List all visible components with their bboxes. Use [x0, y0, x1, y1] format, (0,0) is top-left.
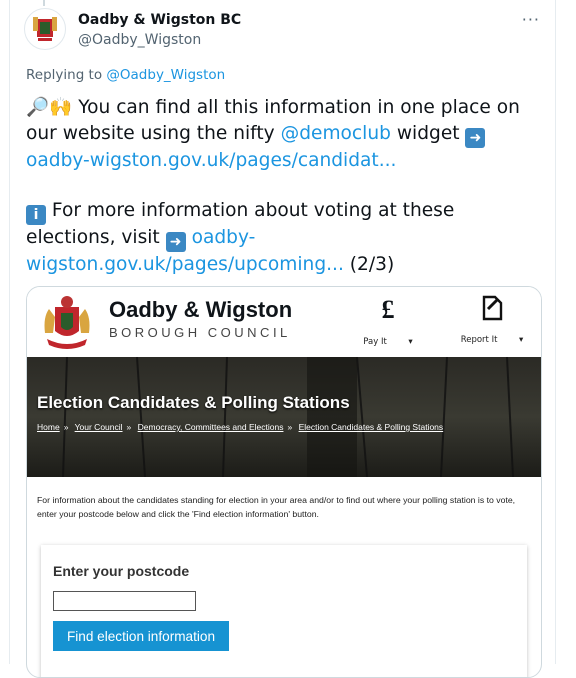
council-crest-icon	[33, 17, 57, 41]
mention-democlub[interactable]: @democlub	[281, 123, 391, 144]
find-election-info-button[interactable]: Find election information	[53, 621, 229, 651]
right-arrow-icon: ➜	[165, 232, 186, 252]
replying-to-link[interactable]: @Oadby_Wigston	[106, 67, 225, 83]
hero-banner: Election Candidates & Polling Stations H…	[27, 357, 541, 477]
info-icon: i	[26, 205, 46, 225]
info-text: For information about the candidates sta…	[37, 495, 516, 519]
postcode-input[interactable]	[53, 591, 196, 611]
postcode-form: Enter your postcode Find election inform…	[41, 545, 527, 677]
more-options-icon[interactable]: ···	[522, 10, 540, 29]
breadcrumb-democracy[interactable]: Democracy, Committees and Elections	[138, 422, 284, 432]
breadcrumb-home[interactable]: Home	[37, 422, 60, 432]
report-document-icon	[482, 295, 503, 321]
pay-it-menu[interactable]: £ Pay It ▾	[353, 295, 423, 347]
council-name: Oadby & Wigston	[109, 297, 293, 322]
avatar[interactable]	[24, 8, 66, 50]
user-handle[interactable]: @Oadby_Wigston	[78, 32, 201, 48]
council-subtitle: BOROUGH COUNCIL	[109, 325, 291, 340]
forest-background-image	[27, 357, 541, 477]
link-preview-card[interactable]: Oadby & Wigston BOROUGH COUNCIL £ Pay It…	[26, 286, 542, 678]
candidates-link[interactable]: oadby-wigston.gov.uk/pages/candidat...	[26, 150, 396, 171]
replying-to: Replying to @Oadby_Wigston	[26, 67, 226, 83]
display-name[interactable]: Oadby & Wigston BC	[78, 12, 241, 28]
page-title: Election Candidates & Polling Stations	[37, 393, 350, 412]
magnifier-raised-hands-icon: 🔎🙌	[26, 97, 73, 118]
right-arrow-icon: ➜	[465, 128, 486, 148]
thread-line	[43, 0, 45, 6]
council-crest-icon	[44, 296, 90, 349]
pound-icon: £	[381, 295, 395, 324]
tweet-text-paragraph-2: i For more information about voting at t…	[26, 200, 455, 275]
report-it-menu[interactable]: Report It ▾	[452, 295, 532, 345]
breadcrumb: Home» Your Council» Democracy, Committee…	[37, 422, 444, 432]
tweet-text-paragraph-1: 🔎🙌 You can find all this information in …	[26, 97, 520, 171]
breadcrumb-your-council[interactable]: Your Council	[75, 422, 123, 432]
breadcrumb-election[interactable]: Election Candidates & Polling Stations	[299, 422, 444, 432]
postcode-label: Enter your postcode	[53, 563, 190, 579]
site-header: Oadby & Wigston BOROUGH COUNCIL £ Pay It…	[27, 287, 541, 357]
